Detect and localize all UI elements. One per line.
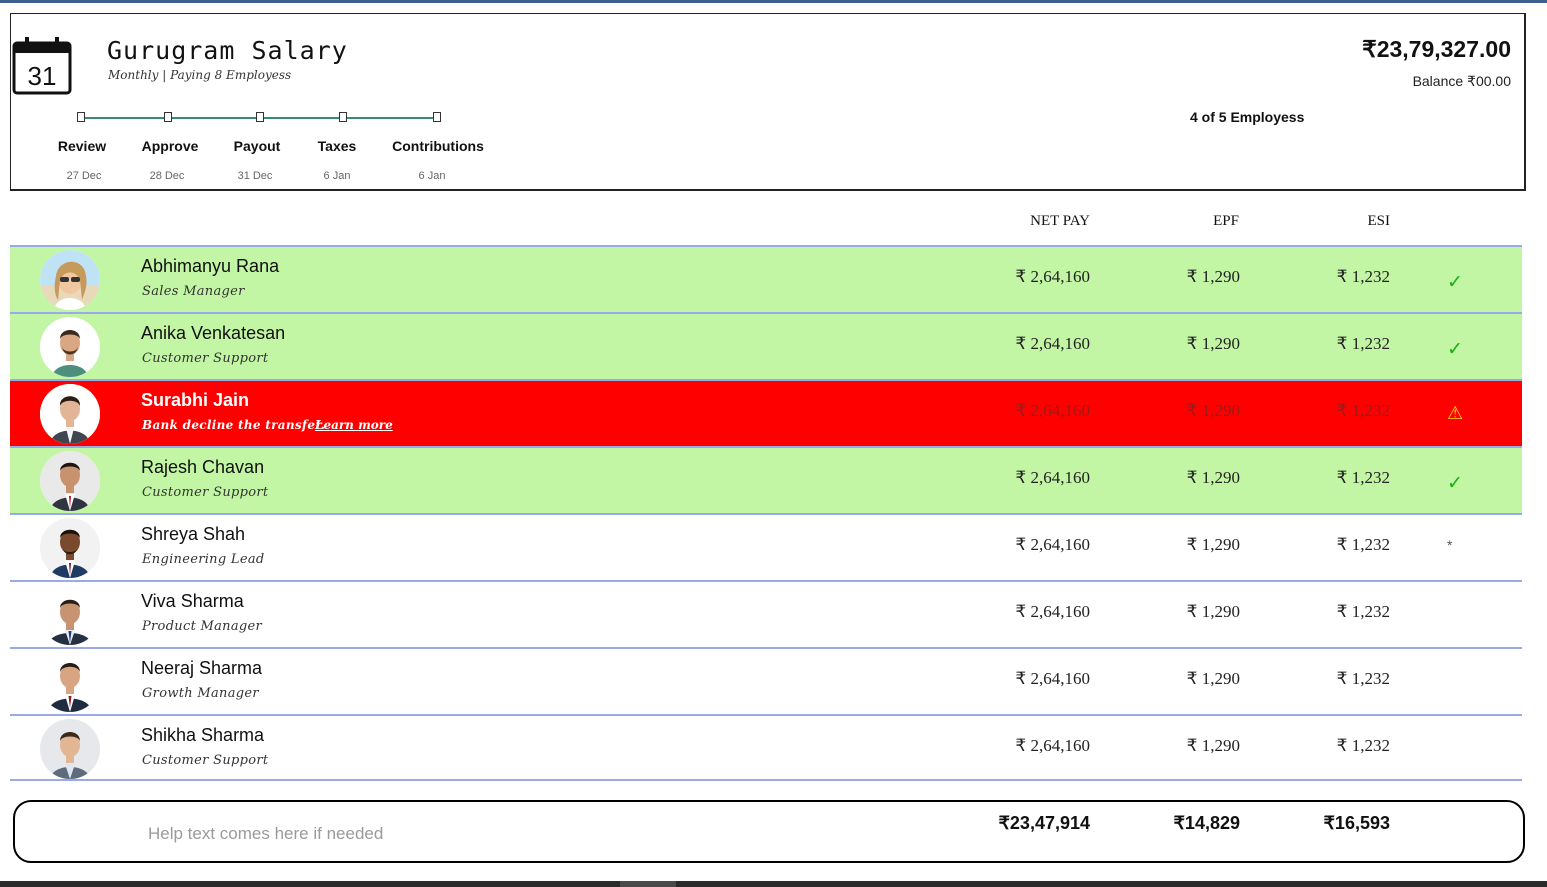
error-message: Bank decline the transfer. (142, 418, 326, 432)
esi-value: ₹ 1,232 (1336, 267, 1390, 286)
employee-role: Customer Support (142, 753, 269, 768)
employee-role: Growth Manager (142, 686, 259, 701)
avatar (40, 384, 100, 444)
employee-role: Engineering Lead (142, 552, 265, 567)
table-row[interactable]: Anika Venkatesan Customer Support ₹ 2,64… (10, 312, 1522, 379)
avatar (40, 317, 100, 377)
avatar (40, 652, 100, 712)
help-text: Help text comes here if needed (148, 824, 384, 843)
step-date-payout: 31 Dec (237, 170, 273, 182)
window-top-border (0, 0, 1547, 3)
employee-name[interactable]: Abhimanyu Rana (141, 256, 279, 277)
epf-value: ₹ 1,290 (1186, 267, 1240, 286)
step-date-contributions: 6 Jan (418, 170, 446, 182)
epf-value: ₹ 1,290 (1186, 736, 1240, 755)
step-marker-payout[interactable] (256, 112, 264, 122)
avatar (40, 518, 100, 578)
column-header-net-pay[interactable]: NET PAY (1030, 213, 1090, 230)
esi-value: ₹ 1,232 (1336, 736, 1390, 755)
total-net-pay: ₹23,47,914 (998, 813, 1090, 833)
esi-value: ₹ 1,232 (1336, 602, 1390, 621)
learn-more-link[interactable]: Learn more (315, 418, 393, 432)
page-subtitle: Monthly | Paying 8 Employess (108, 68, 292, 82)
balance-text: Balance ₹00.00 (1412, 73, 1511, 89)
employee-name[interactable]: Neeraj Sharma (141, 658, 262, 679)
horizontal-scrollbar[interactable] (0, 881, 1547, 887)
esi-value: ₹ 1,232 (1336, 334, 1390, 353)
step-label-contributions[interactable]: Contributions (392, 138, 484, 154)
epf-value: ₹ 1,290 (1186, 334, 1240, 353)
epf-value: ₹ 1,290 (1186, 669, 1240, 688)
employee-role: Customer Support (142, 351, 269, 366)
epf-value: ₹ 1,290 (1186, 602, 1240, 621)
epf-value: ₹ 1,290 (1186, 468, 1240, 487)
esi-value: ₹ 1,232 (1336, 669, 1390, 688)
avatar (40, 719, 100, 779)
step-label-review[interactable]: Review (58, 138, 106, 154)
step-date-review: 27 Dec (66, 170, 102, 182)
scrollbar-thumb[interactable] (620, 881, 676, 887)
avatar (40, 451, 100, 511)
check-icon: ✓ (1447, 473, 1463, 494)
table-row[interactable]: Rajesh Chavan Customer Support ₹ 2,64,16… (10, 446, 1522, 513)
net-pay-value: ₹ 2,64,160 (1015, 401, 1090, 420)
column-header-esi[interactable]: ESI (1368, 213, 1391, 230)
employee-name[interactable]: Shikha Sharma (141, 725, 264, 746)
avatar (40, 250, 100, 310)
step-date-taxes: 6 Jan (323, 170, 351, 182)
esi-value: ₹ 1,232 (1336, 535, 1390, 554)
step-marker-contributions[interactable] (433, 112, 441, 122)
employee-role: Sales Manager (142, 284, 245, 299)
step-marker-approve[interactable] (164, 112, 172, 122)
total-amount: ₹23,79,327.00 (1362, 36, 1511, 62)
step-label-approve[interactable]: Approve (142, 138, 199, 154)
employee-name[interactable]: Surabhi Jain (141, 390, 249, 411)
pending-icon: * (1447, 537, 1453, 553)
employee-role: Product Manager (142, 619, 263, 634)
employee-name[interactable]: Rajesh Chavan (141, 457, 264, 478)
net-pay-value: ₹ 2,64,160 (1015, 602, 1090, 621)
employee-name[interactable]: Shreya Shah (141, 524, 245, 545)
step-label-taxes[interactable]: Taxes (318, 138, 357, 154)
check-icon: ✓ (1447, 339, 1463, 360)
net-pay-value: ₹ 2,64,160 (1015, 736, 1090, 755)
table-row[interactable]: Shreya Shah Engineering Lead ₹ 2,64,160 … (10, 513, 1522, 580)
payroll-header: 31 Gurugram Salary Monthly | Paying 8 Em… (10, 13, 1526, 191)
esi-value: ₹ 1,232 (1336, 401, 1390, 420)
employee-name[interactable]: Viva Sharma (141, 591, 244, 612)
step-date-approve: 28 Dec (149, 170, 185, 182)
net-pay-value: ₹ 2,64,160 (1015, 334, 1090, 353)
calendar-day: 31 (28, 61, 57, 91)
net-pay-value: ₹ 2,64,160 (1015, 468, 1090, 487)
net-pay-value: ₹ 2,64,160 (1015, 669, 1090, 688)
avatar (40, 585, 100, 645)
step-marker-review[interactable] (77, 112, 85, 122)
step-marker-taxes[interactable] (339, 112, 347, 122)
net-pay-value: ₹ 2,64,160 (1015, 267, 1090, 286)
employee-table: Abhimanyu Rana Sales Manager ₹ 2,64,160 … (10, 245, 1522, 781)
employee-role: Customer Support (142, 485, 269, 500)
epf-value: ₹ 1,290 (1186, 535, 1240, 554)
totals-footer: Help text comes here if needed ₹23,47,91… (13, 800, 1525, 863)
total-esi: ₹16,593 (1323, 813, 1390, 833)
employee-name[interactable]: Anika Venkatesan (141, 323, 285, 344)
esi-value: ₹ 1,232 (1336, 468, 1390, 487)
page-title: Gurugram Salary (107, 36, 348, 65)
net-pay-value: ₹ 2,64,160 (1015, 535, 1090, 554)
table-row[interactable]: Shikha Sharma Customer Support ₹ 2,64,16… (10, 714, 1522, 781)
table-row[interactable]: Surabhi Jain Bank decline the transfer. … (10, 379, 1522, 446)
total-epf: ₹14,829 (1173, 813, 1240, 833)
check-icon: ✓ (1447, 272, 1463, 293)
warning-icon: ⚠ (1447, 403, 1464, 423)
column-header-epf[interactable]: EPF (1213, 213, 1239, 230)
table-row[interactable]: Viva Sharma Product Manager ₹ 2,64,160 ₹… (10, 580, 1522, 647)
employee-count: 4 of 5 Employess (1190, 109, 1305, 125)
calendar-icon: 31 (12, 37, 72, 95)
epf-value: ₹ 1,290 (1186, 401, 1240, 420)
table-row[interactable]: Abhimanyu Rana Sales Manager ₹ 2,64,160 … (10, 245, 1522, 312)
step-label-payout[interactable]: Payout (234, 138, 281, 154)
table-row[interactable]: Neeraj Sharma Growth Manager ₹ 2,64,160 … (10, 647, 1522, 714)
